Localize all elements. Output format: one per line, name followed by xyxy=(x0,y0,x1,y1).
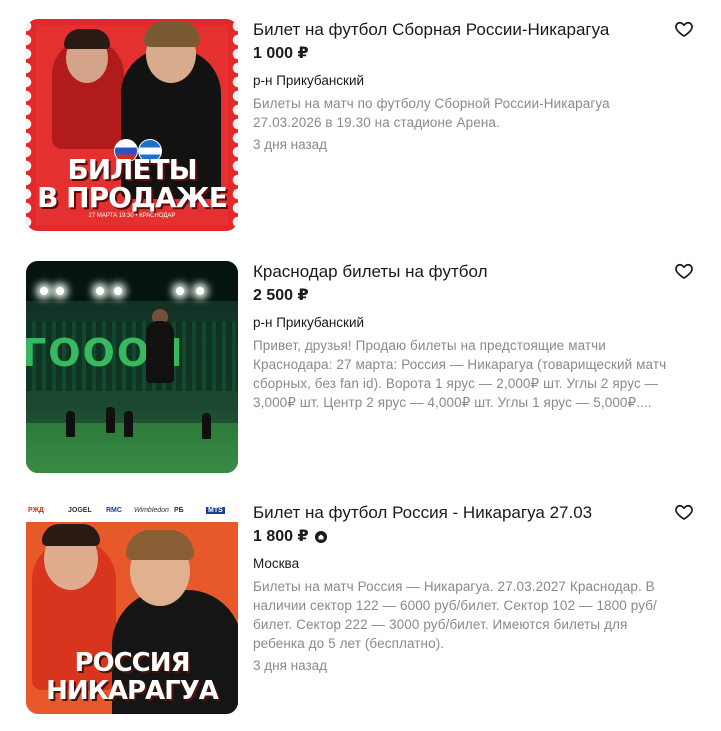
player-figure xyxy=(202,413,211,439)
sponsor-logo: РЖД xyxy=(28,507,44,514)
listing-image[interactable]: РЖД JOGEL RMC Wimbledon PБ MTS РОССИЯ НИ… xyxy=(26,502,238,714)
listing-info: Билет на футбол Россия - Никарагуа 27.03… xyxy=(253,502,673,675)
floodlight xyxy=(196,287,204,295)
listing-location: Москва xyxy=(253,556,300,571)
heart-outline-icon[interactable] xyxy=(674,261,694,281)
sponsor-logo: Wimbledon xyxy=(134,507,169,514)
listing-price: 1 000 ₽ xyxy=(253,43,673,65)
floodlight xyxy=(176,287,184,295)
listing-title[interactable]: Билет на футбол Россия - Никарагуа 27.03 xyxy=(253,502,673,524)
player-hair xyxy=(144,21,200,47)
listing-card[interactable]: ГОООЛ Краснодар билеты на футбол 2 500 ₽… xyxy=(26,261,694,474)
player-figure xyxy=(106,407,115,433)
listing-date: 3 дня назад xyxy=(253,658,328,673)
poster-headline: В ПРОДАЖЕ xyxy=(37,181,228,214)
floodlight xyxy=(96,287,104,295)
listing-location: р-н Прикубанский xyxy=(253,73,365,88)
poster-headline: РОССИЯ xyxy=(74,648,190,678)
listing-info: Билет на футбол Сборная России-Никарагуа… xyxy=(253,19,673,154)
price-value: 1 800 ₽ xyxy=(253,528,309,545)
player-hair xyxy=(126,530,194,560)
listing-price: 1 800 ₽ xyxy=(253,526,673,548)
celebrating-player xyxy=(146,321,174,383)
listing-card[interactable]: БИЛЕТЫ В ПРОДАЖЕ 27 МАРТА 19:30 • КРАСНО… xyxy=(26,19,694,232)
poster-headline: НИКАРАГУА xyxy=(46,676,219,706)
price-value: 2 500 ₽ xyxy=(253,287,309,304)
listing-title[interactable]: Краснодар билеты на футбол xyxy=(253,261,673,283)
floodlight xyxy=(114,287,122,295)
sponsor-logo: RMC xyxy=(106,507,122,514)
price-value: 1 000 ₽ xyxy=(253,45,309,62)
listing-info: Краснодар билеты на футбол 2 500 ₽ р-н П… xyxy=(253,261,673,412)
listing-description: Билеты на матч Россия — Никарагуа. 27.03… xyxy=(253,579,657,651)
listing-image[interactable]: ГОООЛ xyxy=(26,261,238,473)
floodlight xyxy=(56,287,64,295)
delivery-icon xyxy=(314,531,327,543)
listing-location: р-н Прикубанский xyxy=(253,315,365,330)
listing-description: Привет, друзья! Продаю билеты на предсто… xyxy=(253,338,667,410)
listing-description: Билеты на матч по футболу Сборной России… xyxy=(253,96,610,130)
player-figure xyxy=(66,411,75,437)
poster-caption: 27 МАРТА 19:30 • КРАСНОДАР xyxy=(88,213,176,219)
sponsor-logo: JOGEL xyxy=(68,507,92,514)
floodlight xyxy=(40,287,48,295)
night-sky xyxy=(26,261,238,301)
sponsor-logo: PБ xyxy=(174,507,184,514)
listing-title[interactable]: Билет на футбол Сборная России-Никарагуа xyxy=(253,19,673,41)
listing-date: 3 дня назад xyxy=(253,137,328,152)
heart-outline-icon[interactable] xyxy=(674,19,694,39)
player-hair xyxy=(42,524,100,546)
heart-outline-icon[interactable] xyxy=(674,502,694,522)
listing-card[interactable]: РЖД JOGEL RMC Wimbledon PБ MTS РОССИЯ НИ… xyxy=(26,502,694,715)
listing-price: 2 500 ₽ xyxy=(253,285,673,307)
player-figure xyxy=(124,411,133,437)
player-hair xyxy=(64,29,110,49)
listing-image[interactable]: БИЛЕТЫ В ПРОДАЖЕ 27 МАРТА 19:30 • КРАСНО… xyxy=(26,19,238,231)
sponsor-logo: MTS xyxy=(206,507,225,514)
